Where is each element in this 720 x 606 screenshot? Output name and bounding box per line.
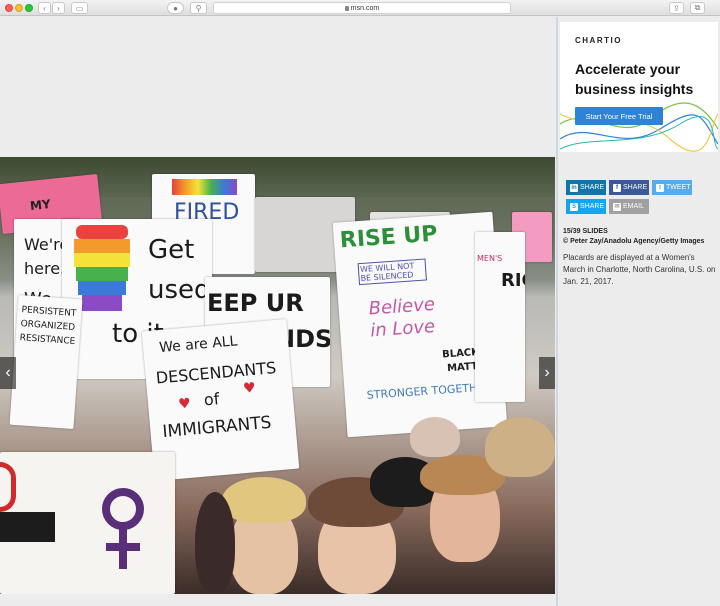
url-text: msn.com <box>350 4 380 12</box>
sidebar-toggle-button[interactable]: ▭ <box>71 2 88 14</box>
tabs-icon: ⧉ <box>694 3 701 12</box>
facebook-share-button[interactable]: f SHARE <box>609 180 649 195</box>
sidebar-icon: ▭ <box>75 3 84 13</box>
linkedin-icon: in <box>570 183 578 192</box>
back-button[interactable]: ‹ <box>38 2 51 14</box>
crowd-person <box>410 417 460 457</box>
chevron-left-icon: ‹ <box>5 364 11 381</box>
sign-text: RISE UP <box>339 221 439 254</box>
email-label: EMAIL <box>623 203 645 210</box>
sign-persistent: PERSISTENT ORGANIZED RESISTANCE <box>9 294 83 430</box>
privacy-report-button[interactable]: ● <box>167 2 184 14</box>
email-share-button[interactable]: ✉ EMAIL <box>609 199 649 214</box>
email-icon: ✉ <box>613 202 621 211</box>
address-bar[interactable]: msn.com <box>213 2 511 14</box>
sign-text: Get <box>148 235 195 265</box>
venus-symbol-icon <box>102 488 144 569</box>
sign-text: RIGHTS <box>501 270 525 291</box>
ad-brand: CHARTIO <box>575 36 622 45</box>
linkedin-share-button[interactable]: in SHARE <box>566 180 606 195</box>
sign-text: here. <box>24 259 66 278</box>
sign-text: of <box>203 389 221 410</box>
crowd-person <box>195 492 235 592</box>
rainbow-stripe <box>172 179 237 195</box>
sign-text: STRONGER TOGETHER <box>366 380 493 402</box>
share-page-button[interactable]: ⇪ <box>669 2 684 14</box>
ad-cta-button[interactable]: Start Your Free Trial <box>575 107 663 125</box>
close-window-button[interactable] <box>5 4 13 12</box>
forward-button[interactable]: › <box>52 2 65 14</box>
lock-icon <box>344 5 349 11</box>
slideshow-area: MY FIRED We're here. We <box>0 17 556 606</box>
share-label: SHARE <box>623 184 648 191</box>
sign-text: EEP UR <box>207 289 304 317</box>
red-shape <box>0 462 16 512</box>
chevron-left-icon: ‹ <box>43 3 46 13</box>
tweet-label: TWEET <box>666 184 691 191</box>
crowd-person <box>485 417 555 477</box>
heart-icon: ♥ <box>242 379 257 397</box>
sign-text: BLACK <box>441 346 480 361</box>
black-block <box>0 512 55 542</box>
ad-headline: Accelerate your business insights <box>575 61 694 97</box>
share-label: SHARE <box>580 184 605 191</box>
slide-counter: 15/39 SLIDES <box>563 228 608 235</box>
next-slide-button[interactable]: › <box>539 357 555 389</box>
maximize-window-button[interactable] <box>25 4 33 12</box>
sign-text: Believe in Love <box>368 293 436 342</box>
sign-text: DESCENDANTS <box>155 358 277 388</box>
tabs-overview-button[interactable]: ⧉ <box>690 2 705 14</box>
twitter-icon: t <box>656 183 664 192</box>
sign-text: used <box>148 275 211 305</box>
sign-text: WE WILL NOT BE SILENCED <box>357 258 427 286</box>
browser-toolbar: ‹ › ▭ ● ⚲ msn.com ⇪ ⧉ <box>0 0 720 16</box>
heart-icon: ♥ <box>177 395 192 413</box>
sign-rights: MEN'S RIGHTS <box>475 232 525 402</box>
sign-text: IMMIGRANTS <box>161 412 273 443</box>
sign-text: We are ALL <box>158 333 239 357</box>
photo-caption: Placards are displayed at a Women's Marc… <box>563 253 716 286</box>
accessibility-icon: ⚲ <box>195 3 202 13</box>
chevron-right-icon: › <box>57 3 60 13</box>
previous-slide-button[interactable]: ‹ <box>0 357 16 389</box>
reader-button[interactable]: ⚲ <box>190 2 207 14</box>
twitter-share-button[interactable]: t TWEET <box>652 180 692 195</box>
sign-text: PERSISTENT ORGANIZED RESISTANCE <box>19 305 77 347</box>
share-label: SHARE <box>580 203 605 210</box>
sign-text: MEN'S <box>477 254 503 263</box>
sign-text: MY <box>29 196 52 214</box>
minimize-window-button[interactable] <box>15 4 23 12</box>
chevron-right-icon: › <box>544 364 550 381</box>
crowd-hair <box>222 477 306 523</box>
share-icon: ⇪ <box>673 3 680 13</box>
shield-icon: ● <box>173 3 178 13</box>
photo-credit: © Peter Zay/Anadolu Agency/Getty Images <box>563 238 705 245</box>
right-sidebar: CHARTIO Accelerate your business insight… <box>558 17 720 606</box>
skype-share-button[interactable]: S SHARE <box>566 199 606 214</box>
chartio-ad[interactable]: CHARTIO Accelerate your business insight… <box>560 22 718 152</box>
skype-icon: S <box>570 202 578 211</box>
sign-venus <box>0 452 175 594</box>
facebook-icon: f <box>613 183 621 192</box>
slide-photo: MY FIRED We're here. We <box>0 157 555 594</box>
